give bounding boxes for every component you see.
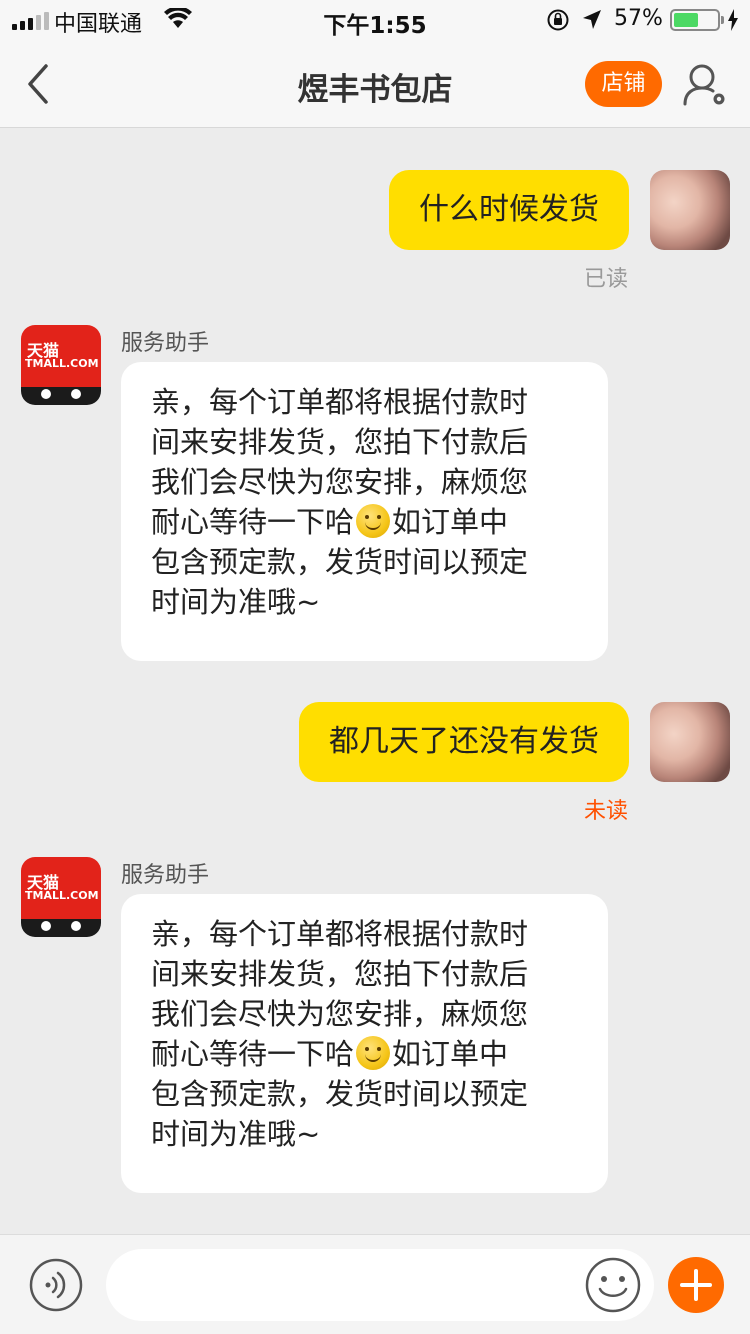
message-line: 亲，每个订单都将根据付款时	[151, 917, 529, 951]
incoming-message-bubble[interactable]: 亲，每个订单都将根据付款时 间来安排发货，您拍下付款后 我们会尽快为您安排，麻烦…	[121, 894, 608, 1193]
message-line: 间来安排发货，您拍下付款后	[151, 957, 529, 991]
message-text-input[interactable]	[106, 1249, 654, 1321]
sender-name: 服务助手	[121, 863, 210, 888]
emoji-icon[interactable]	[584, 1256, 642, 1314]
outgoing-message-bubble[interactable]: 什么时候发货	[389, 170, 629, 250]
message-text: 都几天了还没有发货	[329, 724, 599, 759]
message-line: 包含预定款，发货时间以预定	[151, 545, 529, 579]
status-bar: 中国联通 下午1:55 57%	[0, 0, 750, 40]
incoming-message-bubble[interactable]: 亲，每个订单都将根据付款时 间来安排发货，您拍下付款后 我们会尽快为您安排，麻烦…	[121, 362, 608, 661]
smile-emoji-icon	[356, 1036, 391, 1070]
message-line: 时间为准哦~	[151, 585, 321, 619]
user-avatar[interactable]	[650, 170, 730, 250]
message-line: 包含预定款，发货时间以预定	[151, 1077, 529, 1111]
tmall-cat-icon	[21, 387, 101, 405]
tmall-avatar[interactable]: 天猫 TMALL.COM	[21, 325, 101, 405]
sender-name: 服务助手	[121, 331, 210, 356]
message-input-bar	[0, 1234, 750, 1334]
charging-bolt-icon	[728, 9, 738, 31]
unread-status: 未读	[583, 799, 628, 824]
message-text: 什么时候发货	[419, 192, 599, 227]
tmall-avatar[interactable]: 天猫 TMALL.COM	[21, 857, 101, 937]
rotation-lock-icon	[547, 9, 569, 31]
message-line: 耐心等待一下哈 如订单中	[151, 1036, 509, 1071]
message-line: 我们会尽快为您安排，麻烦您	[151, 465, 529, 499]
message-line: 我们会尽快为您安排，麻烦您	[151, 997, 529, 1031]
navigation-bar: 煜丰书包店 店铺	[0, 40, 750, 128]
message-line: 亲，每个订单都将根据付款时	[151, 385, 529, 419]
user-settings-icon[interactable]	[680, 60, 730, 110]
user-avatar[interactable]	[650, 702, 730, 782]
battery-icon	[670, 9, 724, 31]
more-actions-plus-button[interactable]	[668, 1257, 724, 1313]
back-arrow-icon[interactable]	[18, 60, 62, 108]
battery-level-fill	[674, 13, 698, 27]
outgoing-message-bubble[interactable]: 都几天了还没有发货	[299, 702, 629, 782]
smile-emoji-icon	[356, 504, 391, 538]
tmall-logo: 天猫 TMALL.COM	[21, 857, 101, 919]
tmall-cat-icon	[21, 919, 101, 937]
location-arrow-icon	[583, 10, 601, 29]
battery-percentage: 57%	[614, 6, 663, 31]
chat-message-list[interactable]: 什么时候发货 已读 天猫 TMALL.COM 服务助手 亲，每个订单都将根据付款…	[0, 129, 750, 1233]
shop-button[interactable]: 店铺	[585, 61, 662, 107]
message-line: 时间为准哦~	[151, 1117, 321, 1151]
tmall-logo: 天猫 TMALL.COM	[21, 325, 101, 387]
read-status: 已读	[583, 267, 628, 292]
message-line: 耐心等待一下哈 如订单中	[151, 504, 509, 539]
voice-input-icon[interactable]	[28, 1257, 84, 1313]
message-line: 间来安排发货，您拍下付款后	[151, 425, 529, 459]
